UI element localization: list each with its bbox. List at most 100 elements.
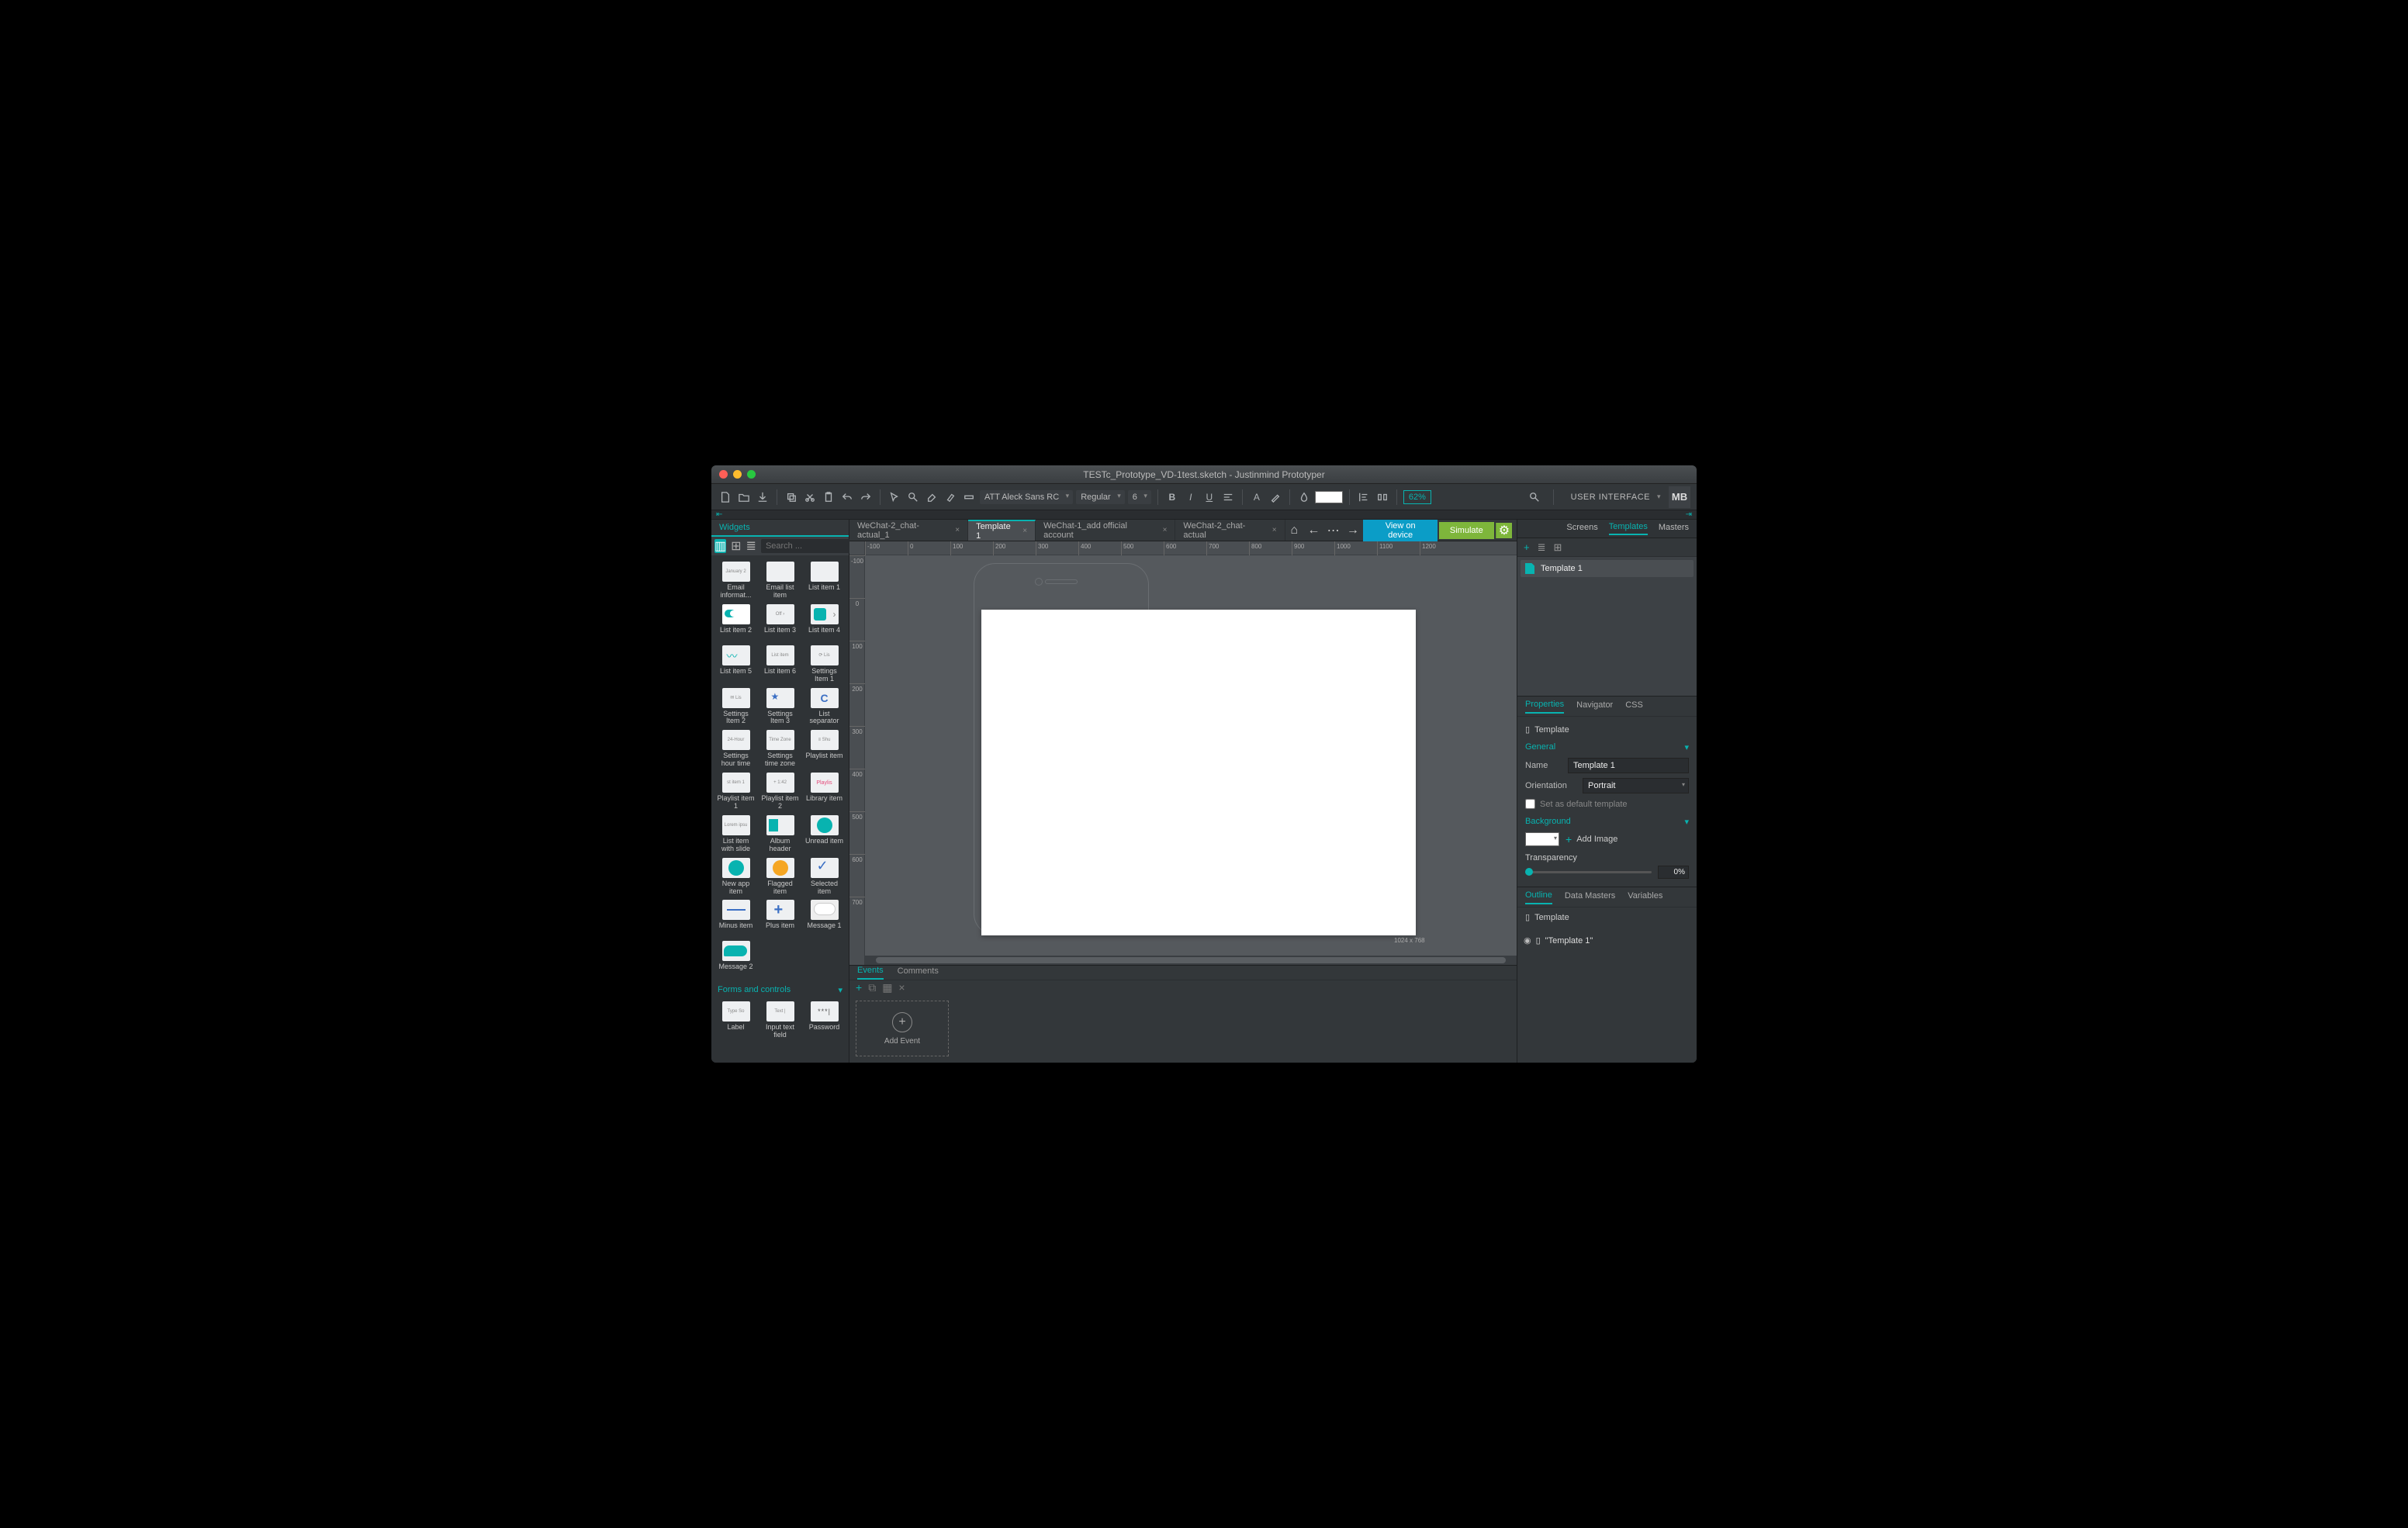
collapse-right-icon[interactable]: ⇥ [1686,510,1692,519]
events-tab[interactable]: Events [857,966,884,980]
section-header[interactable]: Forms and controls▾ [714,980,846,998]
widget-item[interactable]: List itemList item 6 [759,644,801,685]
paste-event-icon[interactable]: ▦ [882,981,892,994]
widget-item[interactable]: New app item [714,856,757,897]
user-avatar[interactable]: MB [1669,486,1690,508]
widget-item[interactable]: Album header [759,814,801,855]
simulate-button[interactable]: Simulate [1439,522,1494,539]
goto-icon[interactable]: → [1344,523,1361,538]
templates-tab[interactable]: Templates [1609,522,1648,535]
widget-item[interactable]: ≡ ShuPlaylist item [803,728,846,769]
close-tab-icon[interactable]: × [1022,527,1027,535]
close-tab-icon[interactable]: × [1163,526,1168,534]
outline-item[interactable]: ◉ ▯ "Template 1" [1524,933,1690,948]
delete-event-icon[interactable]: × [898,981,905,994]
css-tab[interactable]: CSS [1625,700,1643,713]
widget-item[interactable]: List item 5 [714,644,757,685]
font-weight-select[interactable]: Regular [1076,490,1125,504]
pencil-icon[interactable] [1268,489,1283,505]
widget-item[interactable]: Lorem ipsuList item with slide [714,814,757,855]
document-tab[interactable]: WeChat-2_chat-actual_1× [849,520,968,541]
text-color-icon[interactable]: A [1249,489,1265,505]
masters-tab[interactable]: Masters [1659,523,1689,534]
template-item[interactable]: Template 1 [1521,560,1694,577]
name-input[interactable] [1568,758,1689,773]
widget-item[interactable]: st item 1Playlist item 1 [714,771,757,812]
widget-item[interactable]: Message 2 [714,939,757,979]
widget-item[interactable]: Text |Input text field [759,1000,801,1041]
underline-icon[interactable]: U [1202,489,1217,505]
copy-icon[interactable] [784,489,799,505]
properties-tab[interactable]: Properties [1525,700,1564,714]
widget-item[interactable]: PlaylisLibrary item [803,771,846,812]
add-event-icon[interactable]: + [856,981,862,994]
widget-item[interactable]: January 2Email informat... [714,560,757,601]
canvas[interactable]: 1024 x 768 [865,555,1517,956]
orientation-select[interactable]: Portrait [1583,778,1689,793]
align-objects-icon[interactable] [1356,489,1372,505]
undo-icon[interactable] [839,489,855,505]
color-swatch[interactable] [1315,491,1343,503]
align-icon[interactable] [1220,489,1236,505]
close-window-button[interactable] [719,470,728,479]
grid-view-icon[interactable]: ⊞ [1554,541,1562,554]
widget-item[interactable]: ✉ LisSettings Item 2 [714,686,757,728]
view-tree-icon[interactable]: ≣ [746,539,756,553]
widget-item[interactable]: + 1:42Playlist item 2 [759,771,801,812]
view-grid-icon[interactable]: ⊞ [731,539,741,553]
new-file-icon[interactable] [718,489,733,505]
document-tab[interactable]: WeChat-2_chat-actual× [1175,520,1285,541]
widget-item[interactable]: List item 2 [714,603,757,642]
widgets-tab[interactable]: Widgets [711,520,849,537]
add-image-button[interactable]: + Add Image [1566,833,1617,845]
variables-tab[interactable]: Variables [1628,891,1662,904]
widget-item[interactable]: ***|Password [803,1000,846,1041]
zoom-level[interactable]: 62% [1403,490,1431,504]
italic-icon[interactable]: I [1183,489,1199,505]
redo-icon[interactable] [858,489,874,505]
widget-item[interactable]: List item 1 [803,560,846,601]
fill-icon[interactable] [1296,489,1312,505]
widget-item[interactable]: CList separator [803,686,846,728]
widget-item[interactable]: Type SoLabel [714,1000,757,1041]
navigator-tab[interactable]: Navigator [1576,700,1613,713]
bold-icon[interactable]: B [1164,489,1180,505]
horizontal-scrollbar[interactable] [865,956,1517,965]
home-icon[interactable]: ⌂ [1285,523,1303,538]
data-masters-tab[interactable]: Data Masters [1565,891,1615,904]
close-tab-icon[interactable]: × [1272,526,1277,534]
view-on-device-button[interactable]: View on device [1363,520,1437,544]
maximize-window-button[interactable] [747,470,756,479]
general-section-header[interactable]: General▾ [1525,738,1689,755]
widget-item[interactable]: Selected item [803,856,846,897]
close-tab-icon[interactable]: × [955,526,960,534]
ruler-icon[interactable] [961,489,977,505]
document-tab[interactable]: WeChat-1_add official account× [1036,520,1175,541]
copy-event-icon[interactable]: ⧉ [868,981,876,994]
workspace-select[interactable]: USER INTERFACE [1565,493,1661,502]
outline-tab[interactable]: Outline [1525,890,1552,904]
widgets-list[interactable]: January 2Email informat...Email list ite… [711,555,849,1063]
widget-item[interactable]: List item 4 [803,603,846,642]
list-view-icon[interactable]: ≣ [1538,541,1546,554]
paste-icon[interactable] [821,489,836,505]
minimize-window-button[interactable] [733,470,742,479]
simulate-settings-icon[interactable]: ⚙ [1496,523,1512,538]
save-icon[interactable] [755,489,770,505]
transparency-value[interactable]: 0% [1658,866,1689,879]
widget-item[interactable]: 24-HourSettings hour time [714,728,757,769]
search-icon[interactable] [905,489,921,505]
view-list-icon[interactable]: ▥ [714,539,726,553]
widget-item[interactable]: Settings Item 3 [759,686,801,728]
widget-item[interactable]: MessMessage 1 [803,898,846,938]
font-size-select[interactable]: 6 [1128,490,1151,504]
add-event-button[interactable]: + Add Event [856,1001,949,1056]
open-file-icon[interactable] [736,489,752,505]
widget-item[interactable]: Email list item [759,560,801,601]
default-template-checkbox[interactable]: Set as default template [1525,796,1689,812]
visibility-icon[interactable]: ◉ [1524,935,1531,945]
add-template-icon[interactable]: + [1524,541,1530,553]
toolbar-search-icon[interactable] [1527,489,1542,505]
artboard[interactable] [981,610,1416,935]
transparency-slider[interactable] [1525,871,1652,873]
